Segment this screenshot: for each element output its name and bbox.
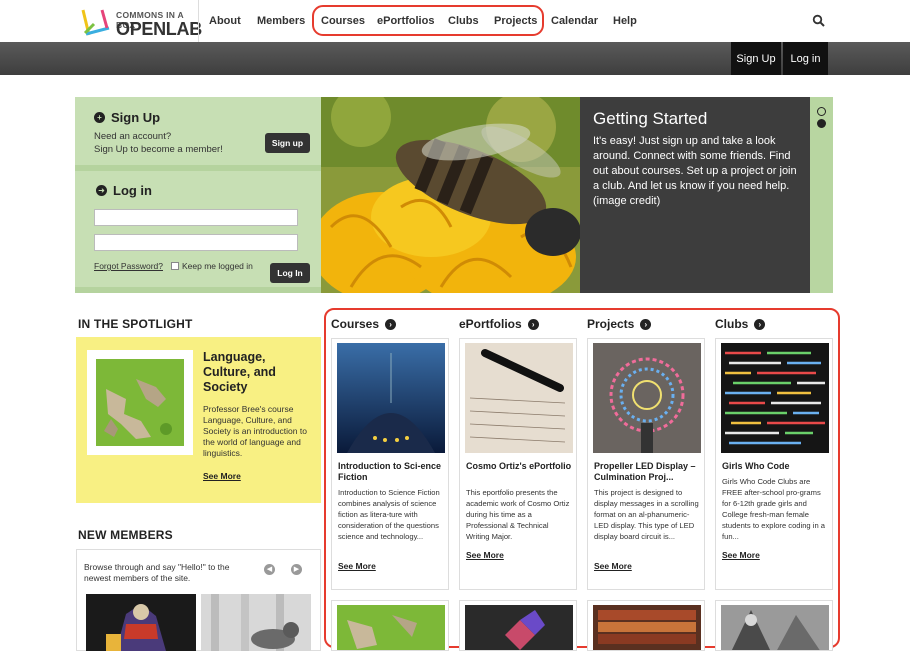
spotlight-see-more-link[interactable]: See More [203,471,241,481]
project-card-2-image [593,605,701,650]
course-card[interactable]: Introduction to Sci-ence Fiction Introdu… [331,338,449,590]
course-card-desc: Introduction to Science Fiction combines… [338,488,440,541]
club-card-desc: Girls Who Code Clubs are FREE after-scho… [722,477,826,541]
eportfolio-card-2-image [465,605,573,650]
password-input[interactable] [94,234,298,251]
logo-divider [198,0,199,42]
slide-dot-1[interactable] [817,107,826,116]
spotlight-image-frame[interactable] [87,350,193,455]
project-card-2[interactable] [587,600,705,651]
club-see-more-link[interactable]: See More [722,550,760,560]
club-card-image [721,343,829,453]
keep-logged-in[interactable]: Keep me logged in [171,261,253,271]
logo-line2: OPENLAB [116,19,202,39]
login-heading: ➜ Log in [96,183,152,198]
panel-bottom-strip [75,287,321,293]
new-members-desc: Browse through and say "Hello!" to the n… [84,562,230,583]
login-heading-text: Log in [113,183,152,198]
projects-heading-text: Projects [587,317,635,331]
hero-caption: Getting Started It's easy! Just sign up … [580,97,810,293]
projects-column-heading[interactable]: Projects › [587,317,652,331]
next-arrow-icon[interactable]: ▶ [291,564,302,575]
chevron-right-icon: › [640,318,652,330]
member-avatar-2[interactable] [201,594,311,651]
course-card-image [337,343,445,453]
eportfolio-card-2[interactable] [459,600,577,651]
logo-mark-icon [81,9,110,36]
slider-pager [810,97,833,293]
chevron-right-icon: › [754,318,766,330]
keep-logged-in-checkbox[interactable] [171,262,179,270]
hero-title: Getting Started [593,109,708,128]
eportfolio-card-desc: This eportfolio presents the academic wo… [466,488,570,541]
eportfolio-card[interactable]: Cosmo Ortiz's ePortfolio This eportfolio… [459,338,577,590]
spotlight-desc: Professor Bree's course Language, Cultur… [203,404,307,458]
forgot-password-link[interactable]: Forgot Password? [94,261,163,271]
clubs-column-heading[interactable]: Clubs › [715,317,766,331]
eportfolio-card-image [465,343,573,453]
eportfolio-card-title[interactable]: Cosmo Ortiz's ePortfolio [466,461,572,472]
prev-arrow-icon[interactable]: ◀ [264,564,275,575]
courses-column-heading[interactable]: Courses › [331,317,397,331]
course-card-2-image [337,605,445,650]
nav-highlight-annotation [312,5,544,36]
club-card-2-image [721,605,829,650]
club-card[interactable]: Girls Who Code Girls Who Code Clubs are … [715,338,833,590]
course-see-more-link[interactable]: See More [338,561,376,571]
project-card-title[interactable]: Propeller LED Display – Culmination Proj… [594,461,700,483]
spotlight-image [96,359,184,446]
signup-text-2: Sign Up to become a member! [94,144,223,155]
plus-circle-icon: + [94,112,105,123]
new-members-heading: NEW MEMBERS [78,528,173,542]
site-logo[interactable]: COMMONS IN A BOX OPENLAB [80,4,202,42]
project-card[interactable]: Propeller LED Display – Culmination Proj… [587,338,705,590]
chevron-right-icon: › [527,318,539,330]
eportfolios-heading-text: ePortfolios [459,317,522,331]
club-card-title[interactable]: Girls Who Code [722,461,828,472]
spotlight-heading: IN THE SPOTLIGHT [78,317,193,331]
arrow-circle-icon: ➜ [96,185,107,196]
courses-heading-text: Courses [331,317,380,331]
signup-heading: + Sign Up [94,110,160,125]
clubs-heading-text: Clubs [715,317,749,331]
project-see-more-link[interactable]: See More [594,561,632,571]
username-input[interactable] [94,209,298,226]
course-card-title[interactable]: Introduction to Sci-ence Fiction [338,461,444,483]
signup-button[interactable]: Sign up [265,133,310,153]
hero-text: It's easy! Just sign up and take a look … [593,135,797,207]
spotlight-title[interactable]: Language, Culture, and Society [203,350,313,395]
login-button[interactable]: Log In [270,263,310,283]
nav-calendar[interactable]: Calendar [551,15,598,27]
signup-text-1: Need an account? [94,131,172,142]
member-avatar-1[interactable] [86,594,196,651]
hero-bee-image [321,97,580,293]
nav-help[interactable]: Help [613,15,637,27]
keep-logged-in-label: Keep me logged in [182,261,253,271]
project-card-image [593,343,701,453]
course-card-2[interactable] [331,600,449,651]
topbar-login-button[interactable]: Log in [783,42,828,75]
project-card-desc: This project is designed to display mess… [594,488,699,541]
search-icon[interactable] [812,14,826,28]
topbar-signup-button[interactable]: Sign Up [731,42,781,75]
eportfolio-see-more-link[interactable]: See More [466,550,504,560]
slide-dot-2-active[interactable] [817,119,826,128]
chevron-right-icon: › [385,318,397,330]
eportfolios-column-heading[interactable]: ePortfolios › [459,317,539,331]
nav-about[interactable]: About [209,15,241,27]
signup-heading-text: Sign Up [111,110,161,125]
club-card-2[interactable] [715,600,833,651]
nav-members[interactable]: Members [257,15,305,27]
panel-divider [75,165,321,171]
